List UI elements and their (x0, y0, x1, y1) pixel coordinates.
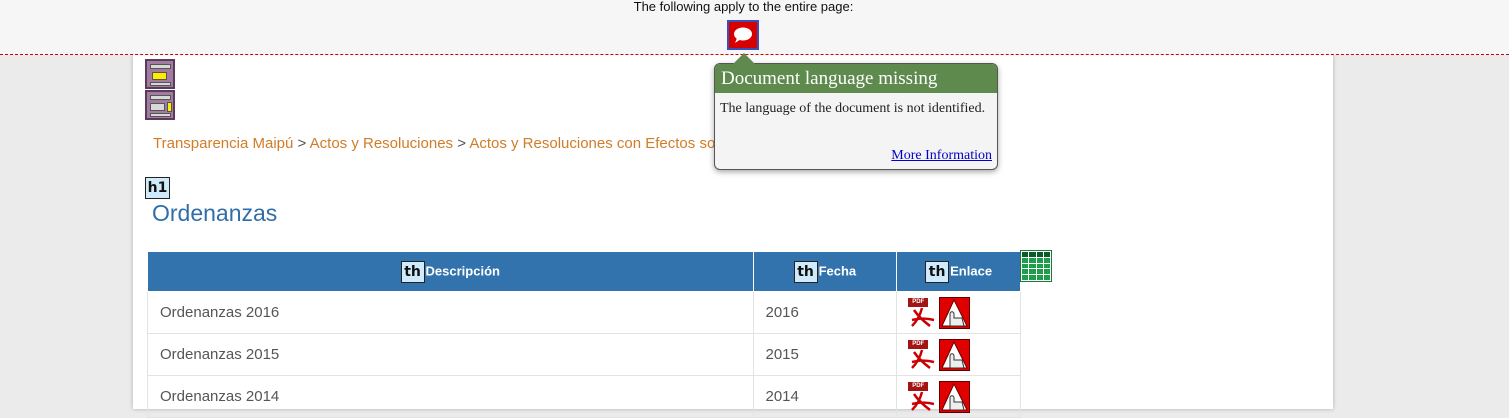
tooltip-arrow (733, 53, 755, 64)
data-table-icon[interactable] (1020, 250, 1052, 282)
navigation-region-icon[interactable] (145, 90, 175, 120)
cell-descripcion: Ordenanzas 2014 (147, 375, 754, 418)
column-header-descripcion: th Descripción (147, 251, 754, 292)
pdf-icon[interactable]: PDF (908, 381, 936, 412)
cell-enlace: PDF (896, 375, 1021, 418)
header-label: Enlace (950, 262, 993, 278)
breadcrumb: Transparencia Maipú > Actos y Resolucion… (153, 135, 715, 152)
speech-bubble-error-icon[interactable] (727, 20, 759, 50)
breadcrumb-link-transparencia[interactable]: Transparencia Maipú (153, 135, 293, 152)
table-row: Ordenanzas 2016 2016 PDF (147, 291, 1021, 334)
header-label: Fecha (818, 262, 857, 278)
breadcrumb-separator: > (297, 135, 307, 152)
acrobat-icon[interactable] (939, 296, 971, 329)
column-header-fecha: th Fecha (752, 251, 898, 292)
cell-enlace: PDF (896, 333, 1021, 376)
breadcrumb-separator: > (457, 135, 466, 152)
table-row: Ordenanzas 2015 2015 PDF (147, 333, 1021, 376)
acrobat-icon[interactable] (939, 338, 971, 371)
column-header-enlace: th Enlace (896, 251, 1021, 292)
h1-icon[interactable]: h1 (145, 177, 170, 199)
pdf-icon[interactable]: PDF (908, 297, 936, 328)
ordenanzas-table: th Descripción th Fecha th Enlace Ordenanza… (147, 251, 1021, 418)
tooltip-body: The language of the document is not iden… (720, 101, 986, 116)
wave-page-banner: The following apply to the entire page: (0, 0, 1509, 55)
header-region-icon[interactable] (145, 59, 175, 89)
cell-enlace: PDF (896, 291, 1021, 334)
breadcrumb-link-efectos[interactable]: Actos y Resoluciones con Efectos so (469, 135, 715, 152)
wave-tooltip: Document language missing The language o… (714, 63, 998, 170)
cell-fecha: 2016 (752, 291, 898, 334)
tooltip-title: Document language missing (715, 64, 997, 93)
th-icon[interactable]: th (925, 260, 950, 283)
cell-descripcion: Ordenanzas 2016 (147, 291, 754, 334)
cell-descripcion: Ordenanzas 2015 (147, 333, 754, 376)
acrobat-icon[interactable] (939, 380, 971, 413)
banner-text: The following apply to the entire page: (633, 0, 854, 14)
header-label: Descripción (425, 262, 500, 278)
page-title: Ordenanzas (152, 200, 278, 226)
table-row: Ordenanzas 2014 2014 PDF (147, 375, 1021, 418)
more-information-link[interactable]: More Information (891, 148, 992, 164)
th-icon[interactable]: th (793, 260, 818, 283)
breadcrumb-link-actos[interactable]: Actos y Resoluciones (310, 135, 453, 152)
th-icon[interactable]: th (400, 260, 425, 283)
cell-fecha: 2015 (752, 333, 898, 376)
cell-fecha: 2014 (752, 375, 898, 418)
pdf-icon[interactable]: PDF (908, 339, 936, 370)
